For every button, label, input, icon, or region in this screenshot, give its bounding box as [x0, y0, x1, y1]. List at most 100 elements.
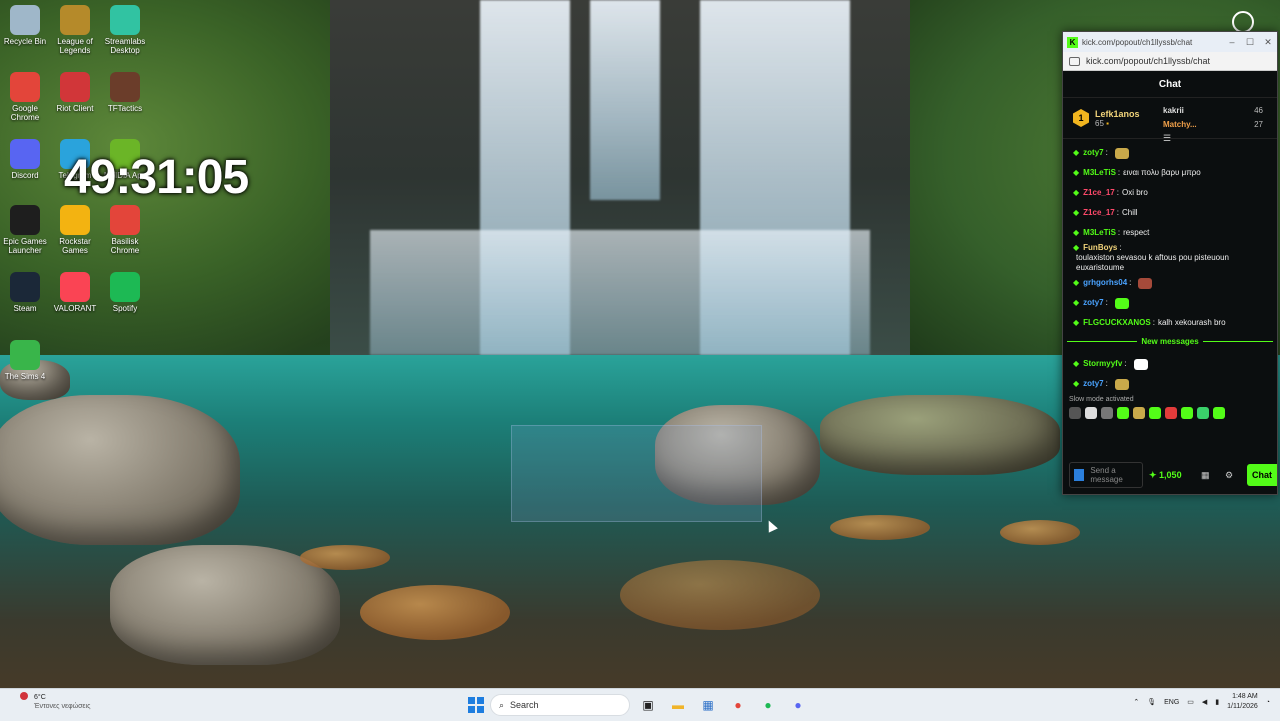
site-info-icon[interactable] [1069, 56, 1080, 66]
emote-icon[interactable] [1149, 407, 1161, 419]
chat-username[interactable]: M3LeTiS [1083, 168, 1116, 178]
search-placeholder: Search [510, 700, 539, 710]
filter-icon[interactable]: ☰ [1163, 133, 1171, 144]
window-titlebar[interactable]: K kick.com/popout/ch1llyssb/chat – ☐ ✕ [1063, 32, 1277, 52]
chat-message: ◆ Z1ce_17: Chill [1073, 203, 1269, 223]
desktop-icon[interactable]: Discord [0, 139, 50, 180]
taskbar-time: 1:48 AM [1232, 693, 1258, 700]
chat-separator: : [1119, 243, 1122, 252]
spotify-taskbar-icon[interactable]: ● [756, 693, 780, 717]
desktop-icon[interactable]: Google Chrome [0, 72, 50, 122]
desktop-icon-label: Epic Games Launcher [3, 237, 47, 255]
badge-icon: ◆ [1073, 278, 1080, 287]
emote-icon[interactable] [1085, 407, 1097, 419]
desktop-icon[interactable]: The Sims 4 [0, 340, 50, 381]
windows-start-icon[interactable] [468, 697, 484, 713]
desktop-icon[interactable]: Streamlabs Desktop [100, 5, 150, 55]
new-messages-divider[interactable]: New messages [1063, 337, 1277, 346]
chat-username[interactable]: FunBoys [1083, 243, 1117, 253]
emote-icon[interactable] [1197, 407, 1209, 419]
submerged-stone [830, 515, 930, 540]
chat-message: ◆ FLGCUCKXANOS: kalh xekourash bro [1073, 313, 1269, 333]
emote-icon[interactable] [1117, 407, 1129, 419]
chat-settings-icon[interactable]: ⚙ [1225, 470, 1233, 481]
desktop-icon-label: Riot Client [56, 104, 94, 113]
chat-separator: : [1105, 298, 1108, 307]
desktop-icon[interactable]: Rockstar Games [50, 205, 100, 255]
chat-username[interactable]: Stormyyfv [1083, 359, 1122, 369]
tftactics-icon [110, 72, 140, 102]
channel-points[interactable]: ✦ 1,050 [1149, 470, 1182, 481]
chat-username[interactable]: M3LeTiS [1083, 228, 1116, 238]
emote-icon[interactable] [1165, 407, 1177, 419]
leader-second-name[interactable]: kakrii [1163, 104, 1254, 118]
sims-icon [10, 340, 40, 370]
chrome-taskbar-icon[interactable]: ● [726, 693, 750, 717]
send-chat-button[interactable]: Chat [1247, 464, 1277, 486]
chat-username[interactable]: FLGCUCKXANOS [1083, 318, 1151, 328]
store-icon[interactable]: ▦ [1201, 470, 1210, 481]
microphone-icon[interactable]: 🎙︎ [1147, 698, 1156, 706]
badge-icon: ◆ [1073, 379, 1080, 388]
maximize-button[interactable]: ☐ [1241, 37, 1259, 48]
chat-message: ◆ M3LeTiS: respect [1073, 223, 1269, 243]
leaderboard-side: kakrii 46 Matchy... 27 [1163, 104, 1263, 132]
league-icon [60, 5, 90, 35]
language-indicator[interactable]: ENG [1164, 699, 1179, 706]
chat-text: toulaxiston sevasou k aftous pou pisteuo… [1076, 253, 1229, 272]
display-icon[interactable]: ▭ [1187, 698, 1194, 706]
minimize-button[interactable]: – [1223, 37, 1241, 47]
chat-message: ◆ M3LeTiS: ειναι πολυ βαρυ μπρο [1073, 163, 1269, 183]
desktop-icon[interactable]: Spotify [100, 272, 150, 313]
weather-widget[interactable]: 6°C Έντονες νεφώσεις [8, 692, 90, 711]
chat-username[interactable]: Z1ce_17 [1083, 188, 1115, 198]
emote-icon[interactable] [1181, 407, 1193, 419]
taskbar-search[interactable]: ⌕ Search [490, 694, 630, 716]
tray-overflow-icon[interactable]: ⌃ [1133, 698, 1139, 706]
desktop-icon[interactable]: VALORANT [50, 272, 100, 313]
microsoft-store-icon[interactable]: ▦ [696, 693, 720, 717]
emote-icon[interactable] [1069, 407, 1081, 419]
battery-icon[interactable]: ▮ [1215, 698, 1219, 706]
desktop-icon[interactable]: TFTactics [100, 72, 150, 113]
address-bar[interactable]: kick.com/popout/ch1llyssb/chat [1063, 52, 1277, 71]
leader-third-name[interactable]: Matchy... [1163, 118, 1254, 132]
chat-username[interactable]: grhgorhs04 [1083, 278, 1127, 288]
desktop-icon[interactable]: League of Legends [50, 5, 100, 55]
chat-message-input[interactable]: Send a message [1069, 462, 1143, 488]
weather-alert-icon [20, 692, 28, 700]
leader-third-value: 27 [1254, 120, 1263, 129]
chat-message: ◆ Z1ce_17: Oxi bro [1073, 183, 1269, 203]
new-chat-messages: ◆ Stormyyfv: ◆ zoty7: [1063, 350, 1277, 394]
submerged-stone [300, 545, 390, 570]
emote-icon[interactable] [1213, 407, 1225, 419]
notifications-icon[interactable]: ◔ [1266, 699, 1270, 706]
desktop-icon-label: Google Chrome [10, 104, 40, 122]
chat-text: respect [1123, 228, 1150, 237]
chat-username[interactable]: zoty7 [1083, 379, 1103, 389]
desktop-icon[interactable]: Steam [0, 272, 50, 313]
task-view-icon[interactable]: ▣ [636, 693, 660, 717]
discord-taskbar-icon[interactable]: ● [786, 693, 810, 717]
points-icon: ✦ [1149, 470, 1160, 480]
overlay-settings-icon[interactable] [1232, 11, 1254, 33]
file-explorer-icon[interactable]: ▬ [666, 693, 690, 717]
emote-icon[interactable] [1101, 407, 1113, 419]
taskbar-clock[interactable]: 1:48 AM 1/11/2026 [1227, 692, 1258, 712]
emote-icon[interactable] [1133, 407, 1145, 419]
recycle-bin-icon [10, 5, 40, 35]
desktop-icon[interactable]: Recycle Bin [0, 5, 50, 46]
desktop-icon[interactable]: Epic Games Launcher [0, 205, 50, 255]
window-title: kick.com/popout/ch1llyssb/chat [1082, 37, 1193, 47]
desktop-icon[interactable]: Basilisk Chrome [100, 205, 150, 255]
desktop-icon[interactable]: Riot Client [50, 72, 100, 113]
rock [820, 395, 1060, 475]
desktop-icon-label: Rockstar Games [59, 237, 91, 255]
leader-top-name[interactable]: Lefk1anos [1095, 109, 1140, 119]
close-button[interactable]: ✕ [1259, 37, 1277, 48]
volume-icon[interactable]: ◀ [1202, 698, 1207, 706]
emote-icon [1114, 147, 1129, 159]
chat-username[interactable]: zoty7 [1083, 148, 1103, 158]
chat-username[interactable]: zoty7 [1083, 298, 1103, 308]
chat-username[interactable]: Z1ce_17 [1083, 208, 1115, 218]
